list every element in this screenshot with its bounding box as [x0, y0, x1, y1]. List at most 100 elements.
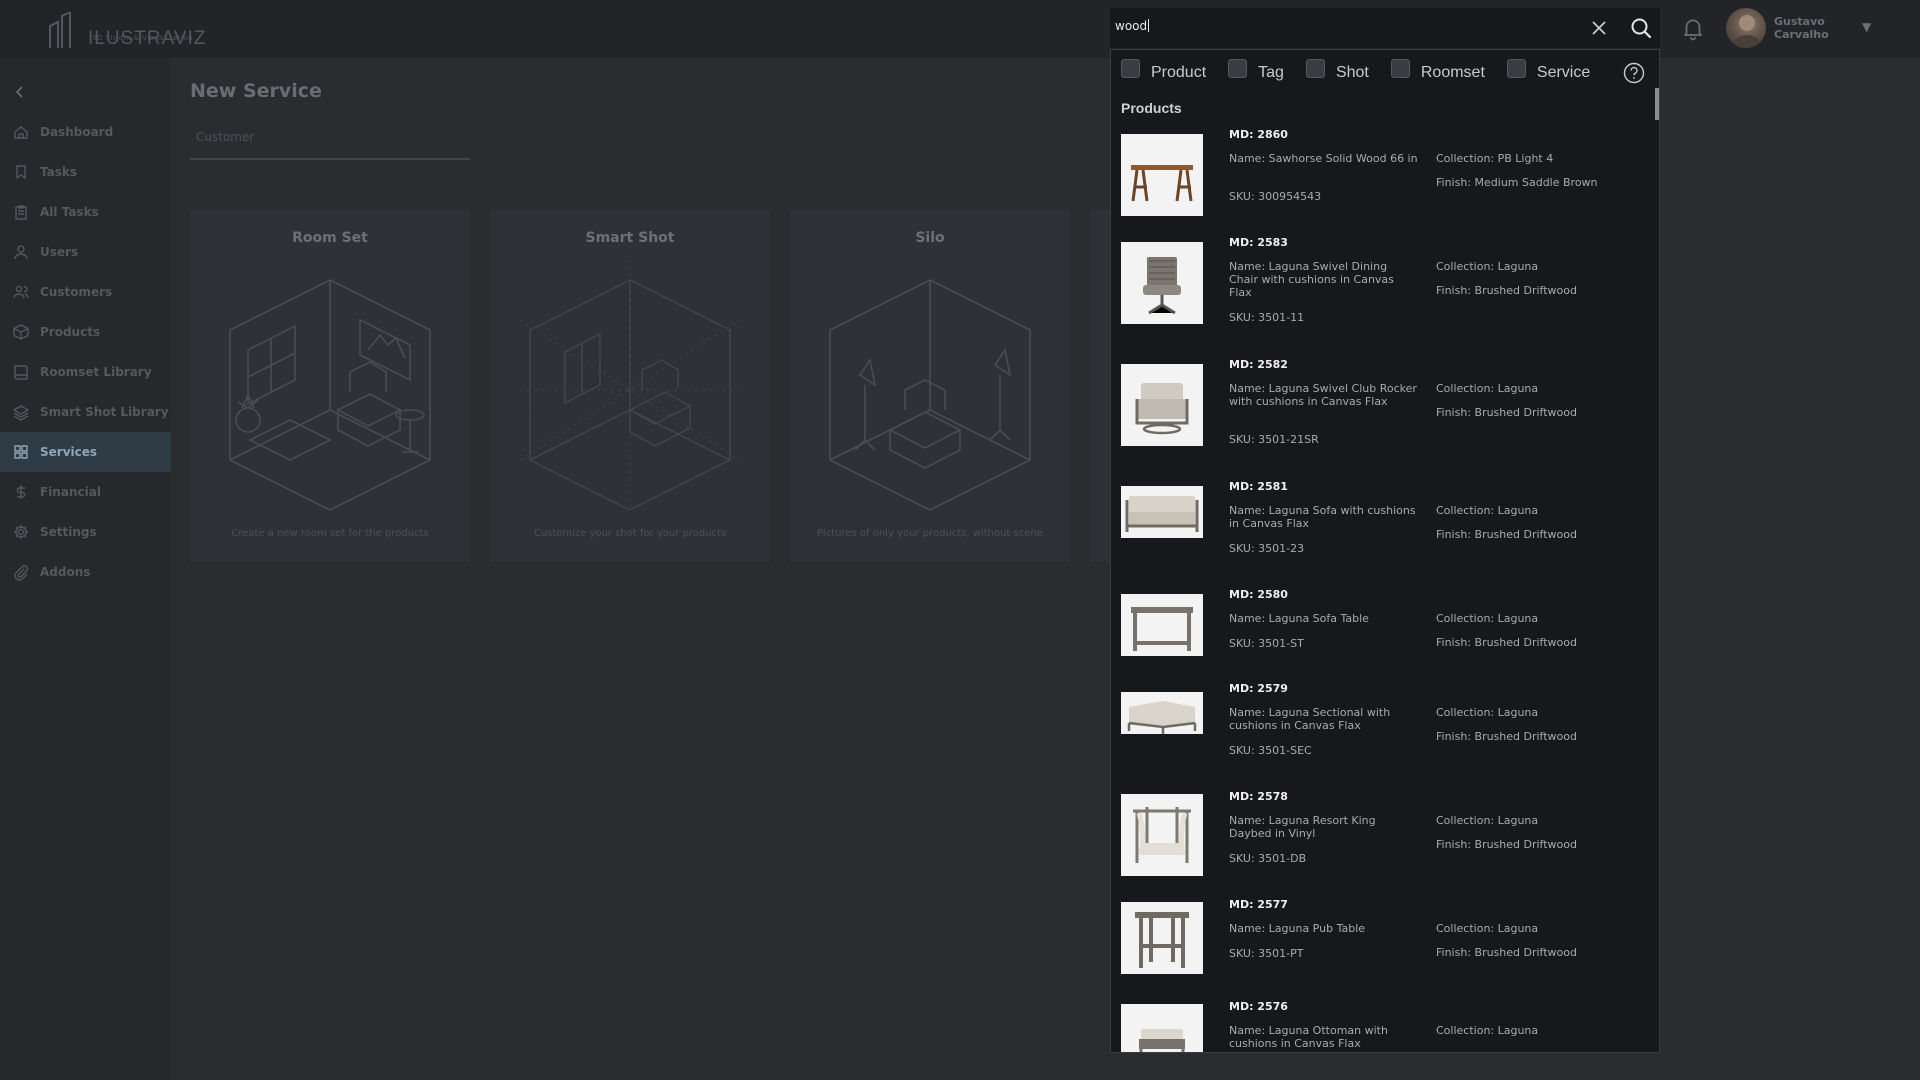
result-sku: SKU: 3501-11: [1229, 311, 1305, 324]
search-input[interactable]: wood: [1115, 19, 1150, 33]
filter-product[interactable]: Product: [1121, 58, 1206, 82]
sidebar-item-dashboard[interactable]: Dashboard: [0, 112, 171, 152]
sidebar-item-smart-shot-library[interactable]: Smart Shot Library: [0, 392, 171, 432]
result-finish: Finish: Brushed Driftwood: [1436, 636, 1577, 649]
pub-table-thumbnail: [1135, 912, 1189, 968]
sidebar-item-settings[interactable]: Settings: [0, 512, 171, 552]
gear-icon: [12, 523, 30, 541]
filter-label: Roomset: [1420, 64, 1485, 81]
search-results-dropdown: Product Tag Shot Roomset Service Products MD…: [1110, 49, 1660, 1053]
book-icon: [12, 363, 30, 381]
filter-tag[interactable]: Tag: [1228, 58, 1284, 82]
notification-bell-icon[interactable]: [1680, 14, 1706, 42]
sidebar-item-label: Roomset Library: [40, 365, 152, 379]
service-card-silo[interactable]: Silo Pictures of only your products, wit…: [790, 210, 1070, 562]
sidebar-item-tasks[interactable]: Tasks: [0, 152, 171, 192]
result-md: MD: 2576: [1229, 1000, 1288, 1013]
sidebar-item-products[interactable]: Products: [0, 312, 171, 352]
sidebar-item-services[interactable]: Services: [0, 432, 171, 472]
box-icon: [12, 323, 30, 341]
result-name: Name: Laguna Swivel Dining Chair with cu…: [1229, 260, 1394, 299]
sidebar-item-financial[interactable]: Financial: [0, 472, 171, 512]
collapse-sidebar-icon[interactable]: [12, 84, 28, 100]
result-finish: Finish: Brushed Driftwood: [1436, 284, 1577, 297]
sidebar-item-label: Financial: [40, 485, 101, 499]
console-table-thumbnail: [1131, 607, 1193, 651]
club-chair-thumbnail: [1135, 383, 1189, 435]
clear-search-icon[interactable]: [1590, 19, 1608, 37]
filter-shot[interactable]: Shot: [1305, 58, 1369, 82]
filter-label: Shot: [1335, 64, 1369, 81]
result-collection: Collection: Laguna: [1436, 612, 1539, 625]
result-collection: Collection: Laguna: [1436, 814, 1539, 827]
result-sku: SKU: 3501-PT: [1229, 947, 1304, 960]
sidebar-item-users[interactable]: Users: [0, 232, 171, 272]
avatar[interactable]: [1726, 8, 1766, 48]
sidebar: Dashboard Tasks All Tasks Users Customers Pro…: [0, 58, 171, 1080]
result-finish: Finish: Brushed Driftwood: [1436, 528, 1577, 541]
home-icon: [12, 123, 30, 141]
card-title: Smart Shot: [585, 230, 675, 246]
filter-checkbox[interactable]: [1506, 58, 1526, 78]
result-sku: SKU: 3501-DB: [1229, 852, 1307, 865]
brand-logo[interactable]: ILUSTRAVIZ: [48, 8, 206, 48]
product-thumbnail: [1121, 134, 1203, 216]
grid-icon: [12, 443, 30, 461]
result-md: MD: 2581: [1229, 480, 1288, 493]
filter-checkbox[interactable]: [1121, 58, 1140, 78]
sidebar-item-roomset-library[interactable]: Roomset Library: [0, 352, 171, 392]
ottoman-thumbnail: [1139, 1029, 1185, 1052]
layers-icon: [12, 403, 30, 421]
service-card-room-set[interactable]: Room Set Create a new room set for the p…: [190, 210, 470, 562]
sidebar-item-all-tasks[interactable]: All Tasks: [0, 192, 171, 232]
filter-checkbox[interactable]: [1228, 58, 1248, 78]
result-collection: Collection: Laguna: [1436, 382, 1539, 395]
result-name: Name: Laguna Sofa Table: [1229, 612, 1369, 625]
card-description: Customize your shot for your products: [533, 528, 727, 539]
customer-input[interactable]: Customer: [190, 126, 470, 160]
chair-thumbnail: [1143, 257, 1181, 315]
user-menu-caret-icon[interactable]: ▼: [1862, 20, 1871, 34]
result-name: Name: Laguna Ottoman with cushions in Ca…: [1229, 1024, 1388, 1050]
sidebar-item-customers[interactable]: Customers: [0, 272, 171, 312]
result-collection: Collection: Laguna: [1436, 1024, 1539, 1037]
paperclip-icon: [12, 563, 30, 581]
results-scrollbar[interactable]: [1655, 88, 1659, 120]
customer-placeholder: Customer: [196, 130, 255, 144]
result-md: MD: 2580: [1229, 588, 1288, 601]
result-name: Name: Sawhorse Solid Wood 66 in: [1229, 152, 1418, 165]
user-name[interactable]: Gustavo Carvalho: [1774, 15, 1864, 41]
product-thumbnail: [1121, 242, 1203, 324]
card-description: Pictures of only your products, without …: [817, 528, 1043, 539]
filter-checkbox[interactable]: [1305, 58, 1325, 78]
filter-roomset[interactable]: Roomset: [1390, 58, 1485, 82]
dollar-icon: [12, 483, 30, 501]
result-md: MD: 2579: [1229, 682, 1288, 695]
daybed-thumbnail: [1133, 807, 1191, 863]
sidebar-item-label: Dashboard: [40, 125, 114, 139]
filter-service[interactable]: Service: [1506, 58, 1591, 82]
result-name: Name: Laguna Sectional with cushions in …: [1229, 706, 1391, 732]
product-thumbnail: [1121, 486, 1203, 538]
search-icon[interactable]: [1630, 17, 1652, 39]
card-title: Room Set: [292, 230, 368, 246]
sidebar-item-label: Settings: [40, 525, 97, 539]
search-filters: Product Tag Shot Roomset Service: [1121, 58, 1612, 82]
silo-illustration-icon: [829, 279, 1031, 510]
filter-checkbox[interactable]: [1390, 58, 1410, 78]
sidebar-item-addons[interactable]: Addons: [0, 552, 171, 592]
result-md: MD: 2583: [1229, 236, 1288, 249]
product-thumbnail: [1121, 902, 1203, 974]
help-icon[interactable]: [1623, 62, 1645, 84]
product-thumbnail: [1121, 1004, 1203, 1052]
brand-tagline: 3D Studio & Visualization: [92, 34, 193, 42]
product-thumbnail: [1121, 364, 1203, 446]
sidebar-item-label: Addons: [40, 565, 91, 579]
service-card-smart-shot[interactable]: Smart Shot Customize your shot for your …: [490, 210, 770, 562]
sidebar-item-label: Users: [40, 245, 79, 259]
filter-label: Service: [1536, 64, 1591, 81]
global-search: wood: [1110, 8, 1660, 48]
result-collection: Collection: Laguna: [1436, 922, 1539, 935]
sidebar-item-label: Smart Shot Library: [40, 405, 169, 419]
sidebar-nav: Dashboard Tasks All Tasks Users Customers Pro…: [0, 112, 171, 592]
